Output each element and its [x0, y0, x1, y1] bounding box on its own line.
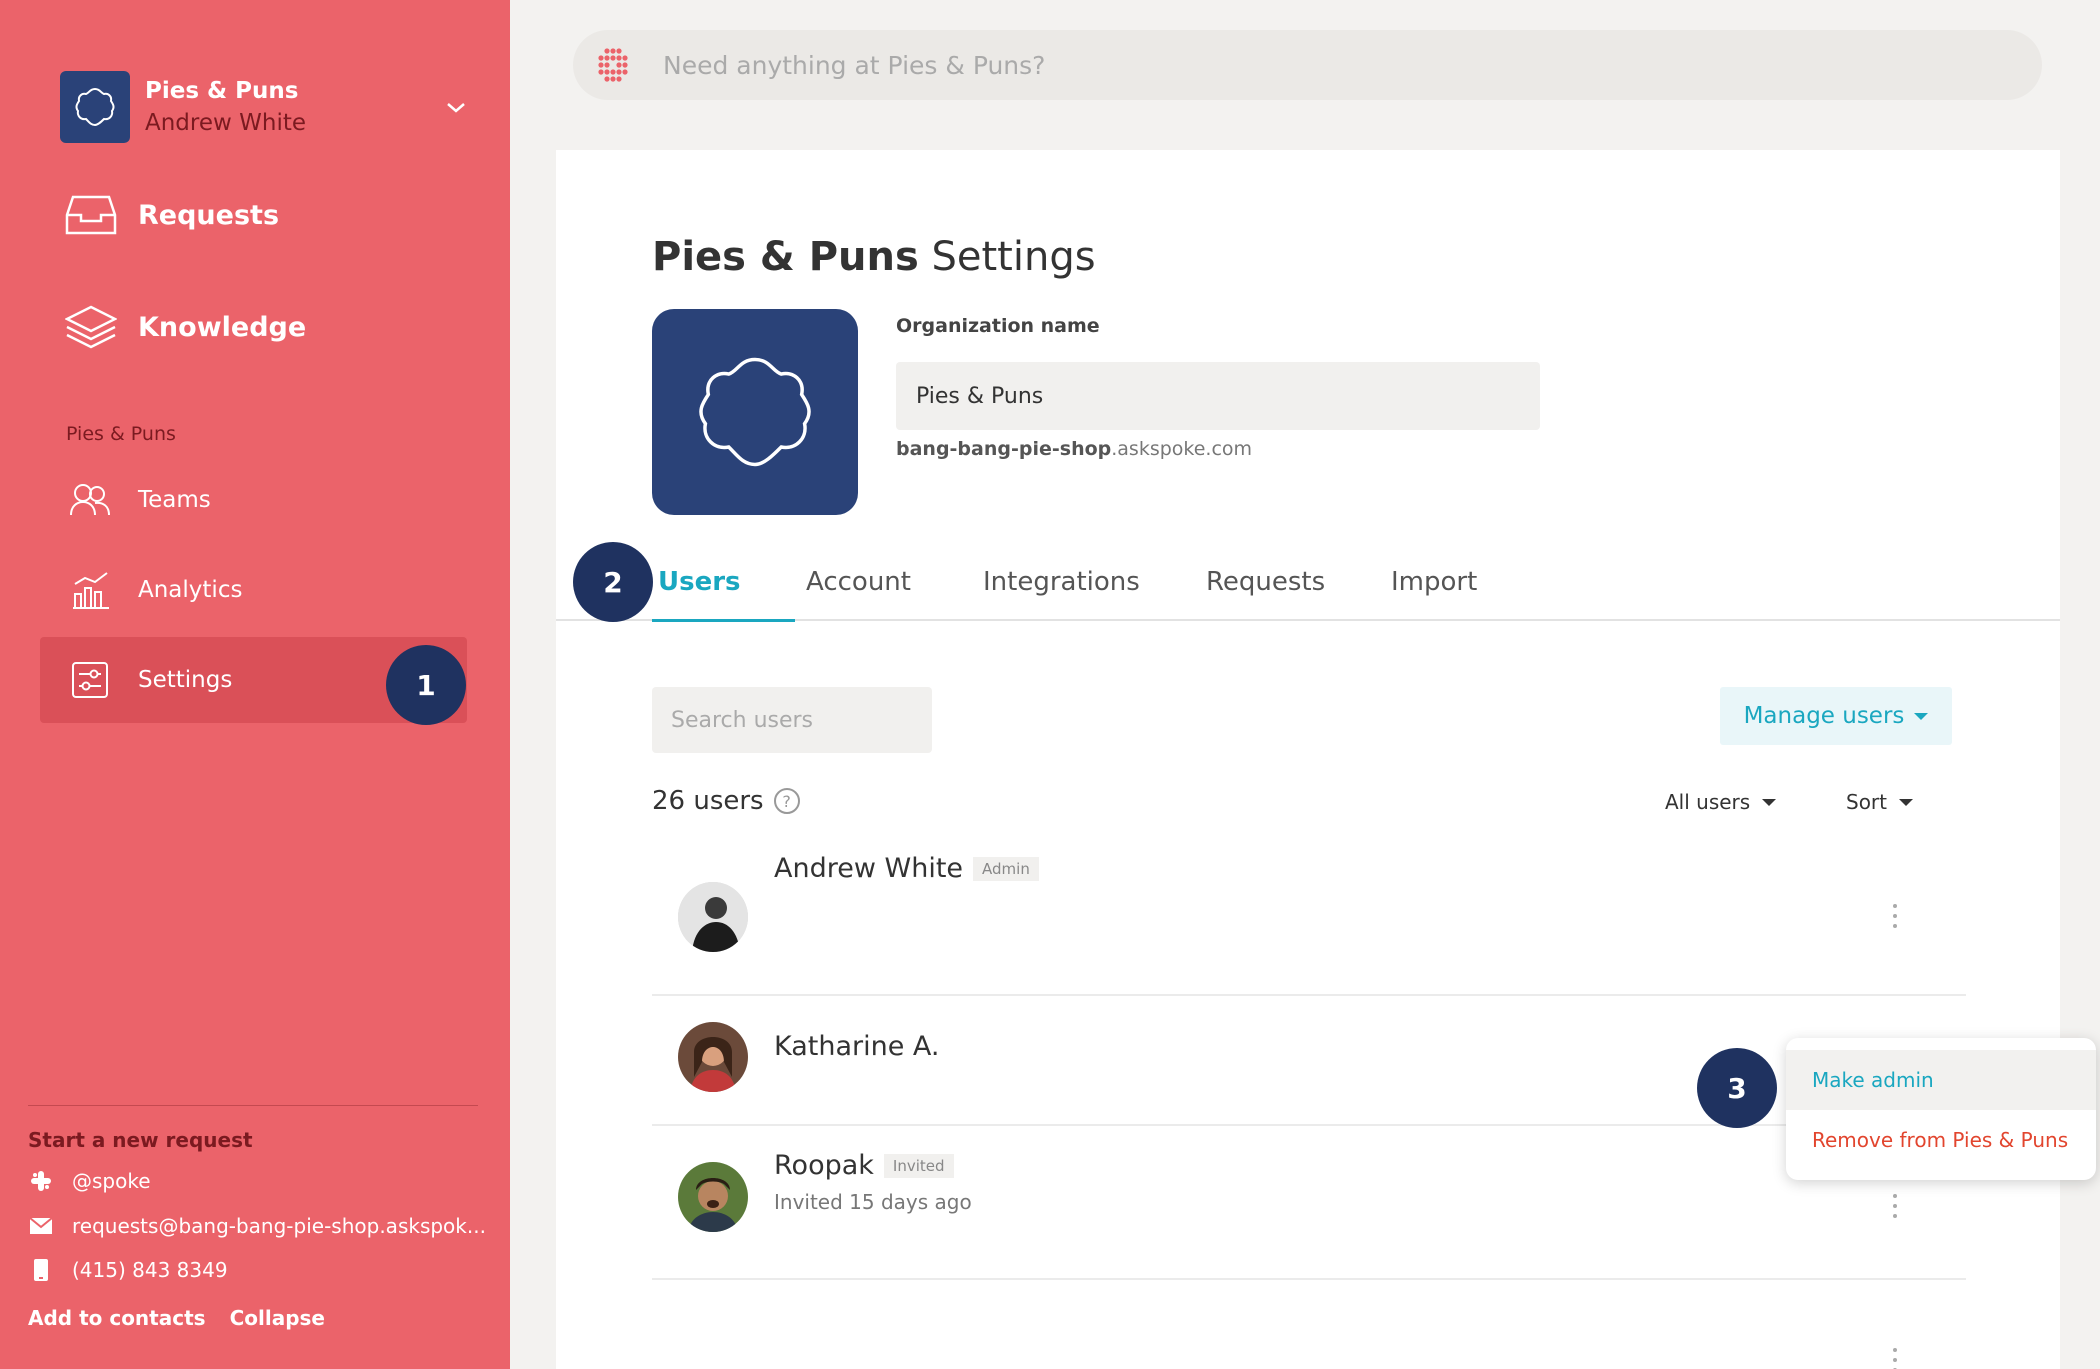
- nav-requests-label: Requests: [138, 199, 280, 231]
- nav-requests[interactable]: Requests: [64, 185, 279, 245]
- caret-down-icon: [1899, 798, 1913, 806]
- user-name: Katharine A.: [774, 1031, 940, 1062]
- mail-icon: [28, 1213, 54, 1239]
- org-subdomain: bang-bang-pie-shop.askspoke.com: [896, 438, 1252, 460]
- page-title-org: Pies & Puns: [652, 234, 919, 280]
- inbox-icon: [64, 188, 118, 242]
- manage-users-label: Manage users: [1743, 703, 1905, 729]
- sort-dropdown[interactable]: Sort: [1846, 790, 1913, 814]
- slack-handle: @spoke: [72, 1169, 151, 1193]
- settings-card: Pies & Puns Settings Organization name b…: [556, 150, 2060, 1369]
- sort-label: Sort: [1846, 790, 1887, 814]
- phone-contact[interactable]: (415) 843 8349: [28, 1257, 228, 1283]
- phone-number: (415) 843 8349: [72, 1258, 228, 1282]
- analytics-icon: [68, 568, 112, 612]
- nav-analytics[interactable]: Analytics: [40, 547, 467, 633]
- more-options-icon[interactable]: [1891, 1194, 1899, 1218]
- org-name-label: Organization name: [896, 315, 1100, 337]
- more-options-icon[interactable]: [1891, 1348, 1899, 1369]
- current-user-name: Andrew White: [145, 110, 307, 136]
- user-row[interactable]: Andrew White Admin: [652, 840, 1966, 996]
- caret-down-icon: [1762, 798, 1777, 806]
- user-row[interactable]: Roopak Invited Invited 15 days ago: [652, 1126, 1966, 1280]
- tab-import[interactable]: Import: [1391, 567, 1477, 621]
- nav-analytics-label: Analytics: [138, 577, 243, 603]
- caret-down-icon: [1914, 712, 1929, 720]
- subdomain-suffix: .askspoke.com: [1111, 438, 1253, 460]
- make-admin-option[interactable]: Make admin: [1786, 1050, 2096, 1110]
- page-title: Pies & Puns Settings: [652, 234, 1096, 280]
- flower-logo-icon: [75, 87, 115, 127]
- step-badge-2: 2: [573, 542, 653, 622]
- user-actions-menu: Make admin Remove from Pies & Puns: [1786, 1038, 2096, 1180]
- email-address: requests@bang-bang-pie-shop.askspok...: [72, 1214, 486, 1238]
- settings-icon: [68, 658, 112, 702]
- user-name-text: Andrew White: [774, 853, 964, 884]
- org-logo-large[interactable]: [652, 309, 858, 515]
- sidebar-divider: [28, 1105, 478, 1106]
- users-filter-dropdown[interactable]: All users: [1665, 790, 1777, 814]
- avatar: [678, 1022, 748, 1092]
- user-status: Invited 15 days ago: [774, 1190, 972, 1214]
- nav-knowledge-label: Knowledge: [138, 311, 307, 343]
- collapse-link[interactable]: Collapse: [230, 1306, 325, 1330]
- nav-teams-label: Teams: [138, 487, 211, 513]
- flower-logo-icon: [699, 357, 811, 467]
- step-badge-3: 3: [1697, 1048, 1777, 1128]
- phone-icon: [28, 1257, 54, 1283]
- global-search-bar[interactable]: [573, 30, 2042, 100]
- users-count: 26 users ?: [652, 786, 800, 816]
- slack-contact[interactable]: @spoke: [28, 1168, 151, 1194]
- nav-teams[interactable]: Teams: [40, 457, 467, 543]
- invited-badge: Invited: [883, 1153, 954, 1178]
- user-name: Roopak Invited: [774, 1150, 954, 1181]
- user-name-text: Roopak: [774, 1150, 874, 1181]
- nav-settings-label: Settings: [138, 667, 233, 693]
- org-switcher[interactable]: Pies & Puns Andrew White: [60, 71, 470, 143]
- tab-requests[interactable]: Requests: [1206, 567, 1325, 621]
- users-search-input[interactable]: [652, 687, 932, 753]
- org-logo: [60, 71, 130, 143]
- filter-label: All users: [1665, 790, 1751, 814]
- tab-users[interactable]: Users: [652, 567, 795, 622]
- manage-users-button[interactable]: Manage users: [1720, 687, 1952, 745]
- chevron-down-icon[interactable]: [442, 95, 470, 119]
- tab-integrations[interactable]: Integrations: [983, 567, 1140, 621]
- page-title-suffix: Settings: [918, 234, 1096, 280]
- slack-icon: [28, 1168, 54, 1194]
- org-name-input[interactable]: [896, 362, 1540, 430]
- step-badge-1: 1: [386, 645, 466, 725]
- avatar: [678, 1162, 748, 1232]
- user-name-text: Katharine A.: [774, 1031, 940, 1062]
- tab-account[interactable]: Account: [806, 567, 911, 621]
- org-name: Pies & Puns: [145, 78, 299, 104]
- email-contact[interactable]: requests@bang-bang-pie-shop.askspok...: [28, 1213, 486, 1239]
- users-icon: [68, 478, 112, 522]
- admin-badge: Admin: [973, 856, 1039, 881]
- avatar: [678, 882, 748, 952]
- add-to-contacts-link[interactable]: Add to contacts: [28, 1306, 206, 1330]
- remove-user-option[interactable]: Remove from Pies & Puns: [1786, 1110, 2096, 1170]
- layers-icon: [64, 300, 118, 354]
- users-count-label: 26 users: [652, 786, 764, 816]
- nav-knowledge[interactable]: Knowledge: [64, 297, 306, 357]
- section-label: Pies & Puns: [66, 423, 176, 445]
- subdomain-name: bang-bang-pie-shop: [896, 438, 1112, 460]
- help-icon[interactable]: ?: [773, 788, 800, 814]
- spoke-logo-icon: [598, 48, 628, 82]
- more-options-icon[interactable]: [1891, 904, 1899, 928]
- new-request-title: Start a new request: [28, 1128, 253, 1152]
- user-name: Andrew White Admin: [774, 853, 1039, 884]
- settings-tabs: Users Account Integrations Requests Impo…: [556, 567, 2060, 622]
- global-search-input[interactable]: [663, 50, 1563, 80]
